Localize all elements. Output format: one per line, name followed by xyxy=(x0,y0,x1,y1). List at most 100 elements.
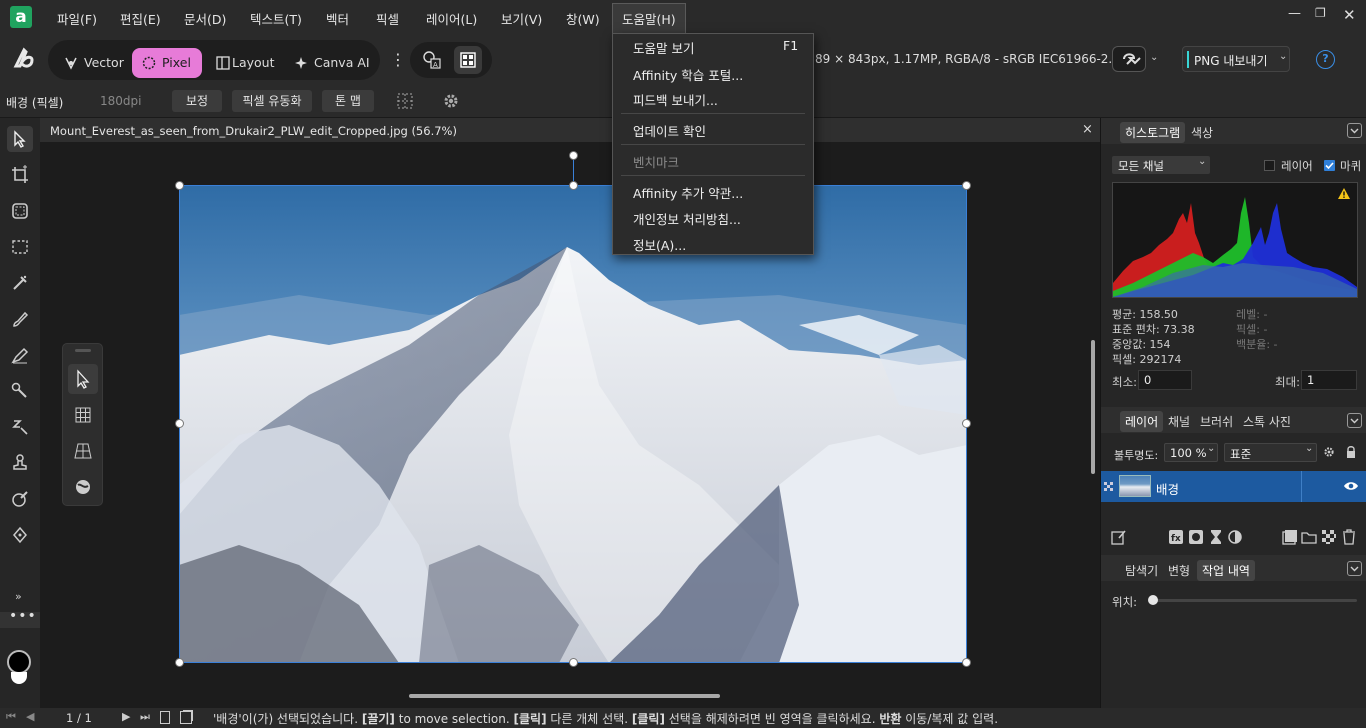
selection-box[interactable] xyxy=(179,185,967,663)
pixel-grid-mode-icon[interactable] xyxy=(454,46,482,74)
menu-document[interactable]: 문서(D) xyxy=(184,9,226,28)
persona-vector[interactable]: Vector xyxy=(54,48,130,78)
menu-pixel[interactable]: 픽셀 xyxy=(376,9,399,28)
new-pixel-layer-icon[interactable] xyxy=(1282,529,1298,545)
perspective-icon[interactable] xyxy=(68,436,98,466)
about-item[interactable]: 정보(A)... xyxy=(633,235,686,254)
tab-transform[interactable]: 변형 xyxy=(1168,562,1190,579)
selection-grid-icon[interactable] xyxy=(397,93,413,109)
layer-settings-gear-icon[interactable] xyxy=(1323,446,1335,458)
move-tool-icon[interactable] xyxy=(7,126,33,152)
send-feedback-item[interactable]: 피드백 보내기... xyxy=(633,90,718,109)
collapse-histogram-icon[interactable] xyxy=(1347,123,1362,138)
min-input[interactable]: 0 xyxy=(1138,370,1192,390)
handle-right[interactable] xyxy=(962,419,971,428)
selection-brush-icon[interactable] xyxy=(7,270,33,296)
more-tools-icon[interactable]: ••• xyxy=(9,608,37,624)
tab-stock[interactable]: 스톡 사진 xyxy=(1243,413,1291,430)
primary-color-swatch[interactable] xyxy=(7,650,31,674)
dodge-tool-icon[interactable] xyxy=(7,378,33,404)
minimize-icon[interactable]: — xyxy=(1288,6,1301,21)
mask-icon[interactable] xyxy=(1188,529,1204,545)
crop-tool-icon[interactable] xyxy=(7,162,33,188)
menu-view[interactable]: 보기(V) xyxy=(501,9,542,28)
opacity-select[interactable]: 100 % ⌄ xyxy=(1164,443,1218,462)
live-filter-icon[interactable] xyxy=(1208,529,1224,545)
pen-tool-icon[interactable] xyxy=(7,522,33,548)
learning-portal-item[interactable]: Affinity 학습 포털... xyxy=(633,65,743,84)
export-png-button[interactable]: PNG 내보내기 ⌄ xyxy=(1182,46,1290,72)
tab-navigator[interactable]: 탐색기 xyxy=(1125,562,1158,579)
expand-tools-icon[interactable]: » xyxy=(15,590,22,603)
check-updates-item[interactable]: 업데이트 확인 xyxy=(633,121,706,140)
float-move-icon[interactable] xyxy=(68,364,98,394)
liquify-button[interactable]: 픽셀 유동화 xyxy=(232,90,312,112)
max-input[interactable]: 1 xyxy=(1301,370,1357,390)
tab-layers[interactable]: 레이어 xyxy=(1120,411,1164,432)
healing-tool-icon[interactable] xyxy=(7,414,33,440)
restore-icon[interactable]: ❐ xyxy=(1315,6,1326,20)
persona-layout[interactable]: Layout xyxy=(206,48,276,78)
persona-canva-ai[interactable]: Canva AI xyxy=(284,48,374,78)
checker-layer-icon[interactable] xyxy=(1321,529,1337,545)
rectangle-select-icon[interactable] xyxy=(7,234,33,260)
clipping-warning-icon[interactable] xyxy=(1337,187,1351,203)
single-page-icon[interactable] xyxy=(160,711,170,724)
rotate-handle[interactable] xyxy=(569,151,578,160)
liquify-icon[interactable] xyxy=(68,472,98,502)
handle-top[interactable] xyxy=(569,181,578,190)
tab-brushes[interactable]: 브러쉬 xyxy=(1200,413,1233,430)
more-options-icon[interactable]: ⋮ xyxy=(390,50,406,69)
layer-checkbox[interactable] xyxy=(1264,160,1275,171)
blend-mode-select[interactable]: 표준 ⌄ xyxy=(1224,443,1317,462)
delete-layer-icon[interactable] xyxy=(1341,529,1357,545)
tab-histogram[interactable]: 히스토그램 xyxy=(1120,122,1186,143)
multi-page-icon[interactable] xyxy=(180,711,192,724)
affinity-logo-icon[interactable]: a xyxy=(10,6,32,28)
channel-select[interactable]: 모든 채널 ⌄ xyxy=(1112,156,1210,174)
handle-bottom-right[interactable] xyxy=(962,658,971,667)
marquee-tool-icon[interactable] xyxy=(7,198,33,224)
lock-icon[interactable] xyxy=(1345,445,1357,459)
marquee-checkbox[interactable] xyxy=(1324,160,1335,171)
new-group-icon[interactable] xyxy=(1301,529,1317,545)
menu-edit[interactable]: 편집(E) xyxy=(120,9,161,28)
next-page-icon[interactable]: ▶ xyxy=(122,710,130,723)
vertical-scrollbar[interactable] xyxy=(1091,340,1095,474)
gear-icon[interactable] xyxy=(442,92,460,110)
menu-layer[interactable]: 레이어(L) xyxy=(426,9,477,28)
shape-text-mode-icon[interactable]: A xyxy=(420,48,444,72)
menu-help[interactable]: 도움말(H) xyxy=(622,9,676,28)
collapse-layers-icon[interactable] xyxy=(1347,413,1362,428)
handle-left[interactable] xyxy=(175,419,184,428)
fx-icon[interactable]: fx xyxy=(1168,529,1184,545)
edit-layer-icon[interactable] xyxy=(1111,529,1127,545)
close-document-icon[interactable]: × xyxy=(1082,122,1093,137)
menu-vector[interactable]: 벡터 xyxy=(326,9,349,28)
history-slider-track[interactable] xyxy=(1153,599,1357,602)
drag-grip[interactable] xyxy=(75,349,91,352)
handle-bottom-left[interactable] xyxy=(175,658,184,667)
secondary-color-swatch[interactable] xyxy=(11,672,27,684)
last-page-icon[interactable]: ⏭ xyxy=(140,710,150,724)
layer-row[interactable]: 배경 xyxy=(1101,471,1366,502)
adjustment-icon[interactable] xyxy=(1227,529,1243,545)
persona-pixel[interactable]: Pixel xyxy=(132,48,202,78)
clone-stamp-icon[interactable] xyxy=(7,450,33,476)
horizontal-scrollbar[interactable] xyxy=(409,694,720,698)
tab-history[interactable]: 작업 내역 xyxy=(1197,560,1255,581)
visibility-eye-icon[interactable] xyxy=(1343,480,1359,492)
menu-file[interactable]: 파일(F) xyxy=(57,9,97,28)
share-chevron-icon[interactable]: ⌄ xyxy=(1150,52,1158,63)
menu-text[interactable]: 텍스트(T) xyxy=(250,9,302,28)
pixel-tool-icon[interactable] xyxy=(7,342,33,368)
share-button[interactable] xyxy=(1112,46,1146,72)
handle-top-left[interactable] xyxy=(175,181,184,190)
more-tools-bar[interactable]: ••• xyxy=(0,608,40,628)
additional-terms-item[interactable]: Affinity 추가 약관... xyxy=(633,183,743,202)
close-window-icon[interactable]: ✕ xyxy=(1343,6,1356,24)
tone-map-button[interactable]: 톤 맵 xyxy=(322,90,374,112)
privacy-policy-item[interactable]: 개인정보 처리방침... xyxy=(633,209,741,228)
help-icon[interactable]: ? xyxy=(1316,50,1335,69)
prev-page-icon[interactable]: ◀ xyxy=(26,710,34,723)
